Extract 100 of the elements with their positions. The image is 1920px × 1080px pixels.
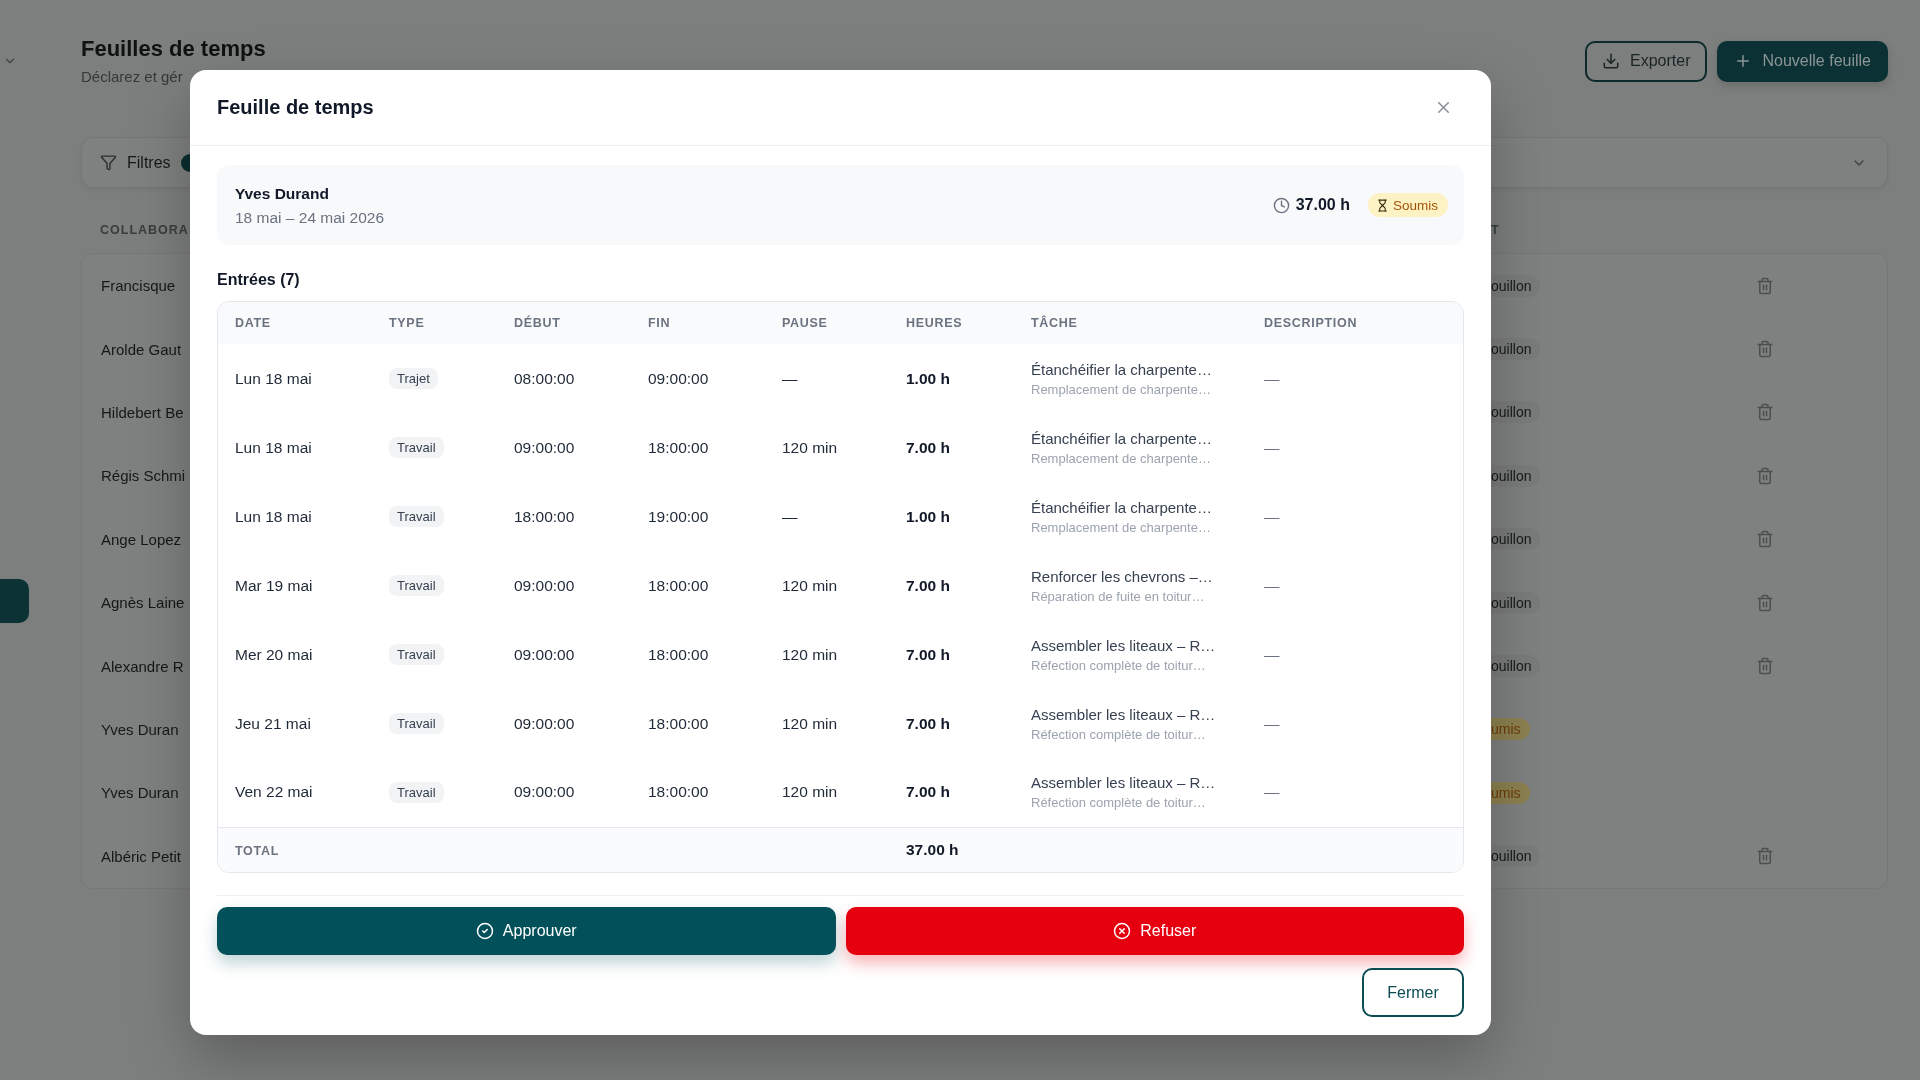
close-button[interactable]: Fermer — [1362, 968, 1464, 1017]
status-tag: ouillon — [1490, 528, 1541, 551]
pause-cell: — — [765, 344, 889, 413]
trash-icon[interactable] — [1756, 340, 1774, 359]
status-tag: ouillon — [1490, 591, 1541, 614]
status-tag: ouillon — [1490, 338, 1541, 361]
section-title: Entrées (7) — [217, 270, 300, 290]
type-tag: Travail — [389, 713, 444, 734]
trash-icon[interactable] — [1756, 466, 1774, 485]
task-title: Assembler les liteaux – R… — [1031, 773, 1216, 793]
status-tag: ouillon — [1490, 274, 1541, 297]
status-tag: Soumis — [1368, 193, 1448, 217]
start-time-cell: 08:00:00 — [497, 344, 631, 413]
clock-icon — [1272, 196, 1290, 214]
task-project: Remplacement de charpente… — [1031, 518, 1211, 536]
task-title: Renforcer les chevrons –… — [1031, 566, 1213, 586]
status-tag: ouillon — [1490, 401, 1541, 424]
start-time-cell-text: 18:00:00 — [513, 506, 576, 527]
trash-icon[interactable] — [1756, 593, 1774, 612]
status-tag: ouillon — [1490, 464, 1541, 487]
start-time-cell-text: 09:00:00 — [513, 575, 576, 596]
column-header: PAUSE — [765, 302, 889, 344]
check-circle-icon — [475, 922, 494, 940]
date-cell-text: Lun 18 mai — [234, 437, 313, 458]
task-project: Réfection complète de toitur… — [1031, 656, 1206, 674]
page-subtitle: Déclarez et gér — [81, 68, 183, 86]
end-time-cell: 09:00:00 — [631, 344, 765, 413]
approve-button[interactable]: Approuver — [217, 907, 836, 955]
reject-button[interactable]: Refuser — [845, 907, 1464, 955]
trash-icon[interactable] — [1756, 657, 1774, 676]
task-project: Remplacement de charpente… — [1031, 449, 1211, 467]
task-title: Étanchéifier la charpente… — [1031, 359, 1212, 379]
trash-icon[interactable] — [1756, 403, 1774, 422]
date-cell-text: Mar 19 mai — [234, 575, 314, 596]
description-cell: — — [1247, 758, 1463, 827]
type-tag: Travail — [389, 781, 444, 803]
employee-name: Yves Durand — [235, 183, 329, 203]
period-text: 18 mai – 24 mai 2026 — [235, 207, 385, 227]
description-cell-text: — — [1263, 506, 1281, 527]
type-tag: Travail — [389, 437, 444, 458]
employee-name: Agnès Laine — [101, 594, 185, 612]
nav-item[interactable] — [0, 579, 29, 623]
start-time-cell-text: 09:00:00 — [513, 437, 576, 458]
status-tag: umis — [1490, 718, 1530, 741]
column-header: FIN — [631, 302, 765, 344]
description-cell-text: — — [1263, 437, 1281, 458]
column-header: DÉBUT — [497, 302, 631, 344]
new-sheet-button[interactable]: Nouvelle feuille — [1717, 40, 1888, 82]
total-hours: 37.00 h — [906, 840, 959, 858]
column-header: TÂCHE — [1014, 302, 1247, 344]
task-project: Remplacement de charpente… — [1031, 380, 1211, 398]
employee-name: Alexandre R — [101, 657, 184, 675]
page-title: Feuilles de temps — [81, 36, 266, 62]
end-time-cell: 18:00:00 — [631, 758, 765, 827]
column-header: TYPE — [372, 302, 497, 344]
pause-cell-text: 120 min — [781, 713, 839, 734]
end-time-cell-text: 18:00:00 — [647, 713, 710, 734]
type-tag: Travail — [389, 506, 444, 527]
task-project: Réfection complète de toitur… — [1031, 725, 1206, 743]
description-cell-text: — — [1263, 644, 1281, 665]
hours-cell-text: 7.00 h — [905, 437, 951, 458]
pause-cell: 120 min — [765, 758, 889, 827]
start-time-cell-text: 09:00:00 — [513, 644, 576, 665]
column-header: HEURES — [889, 302, 1014, 344]
date-cell-text: Mer 20 mai — [234, 644, 314, 665]
column-header: DATE — [218, 302, 372, 344]
date-cell: Ven 22 mai — [218, 758, 372, 827]
total-hours: 37.00 h — [1295, 196, 1350, 214]
filter-count-badge — [180, 153, 190, 172]
hourglass-icon — [1376, 198, 1389, 212]
trash-icon[interactable] — [1756, 847, 1774, 866]
export-button[interactable]: Exporter — [1585, 40, 1708, 82]
date-cell-text: Lun 18 mai — [234, 506, 313, 527]
task-project: Réparation de fuite en toitur… — [1031, 587, 1205, 605]
task-title: Étanchéifier la charpente… — [1031, 497, 1212, 517]
column-header: COLLABORA — [100, 223, 189, 237]
employee-name: Hildebert Be — [101, 403, 184, 421]
column-header: DESCRIPTION — [1247, 302, 1463, 344]
filter-label: Filtres — [127, 153, 171, 172]
description-cell-text: — — [1263, 713, 1281, 734]
pause-cell-text: 120 min — [781, 437, 839, 458]
x-circle-icon — [1113, 922, 1132, 940]
employee-name: Yves Duran — [101, 720, 179, 738]
pause-cell-text: 120 min — [781, 575, 839, 596]
status-tag: ouillon — [1490, 845, 1541, 868]
pause-cell-text: — — [781, 506, 799, 527]
start-time-cell-text: 09:00:00 — [513, 713, 576, 734]
trash-icon[interactable] — [1756, 530, 1774, 549]
filter-icon — [100, 154, 117, 171]
total-label: TOTAL — [235, 843, 279, 858]
hours-cell-text: 7.00 h — [905, 644, 951, 665]
trash-icon[interactable] — [1756, 276, 1774, 295]
task-title: Assembler les liteaux – R… — [1031, 635, 1216, 655]
description-cell: — — [1247, 344, 1463, 413]
status-tag: umis — [1490, 781, 1530, 804]
employee-name: Ange Lopez — [101, 530, 182, 548]
status-tag: ouillon — [1490, 655, 1541, 678]
date-cell: Lun 18 mai — [218, 344, 372, 413]
pause-cell-text: 120 min — [781, 644, 839, 665]
task-title: Assembler les liteaux – R… — [1031, 704, 1216, 724]
